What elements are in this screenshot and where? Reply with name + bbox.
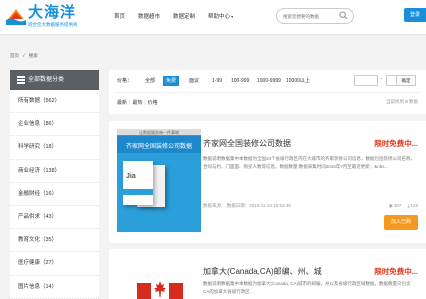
sidebar-item-health[interactable]: 医疗健康（27） — [10, 252, 99, 276]
logo-subtitle: 适合您大数据服务提供商 — [28, 22, 78, 27]
sidebar-item-business[interactable]: 商业经济（138） — [10, 160, 99, 183]
sidebar-item-education[interactable]: 教育文化（35） — [10, 229, 99, 253]
result-thumbnail[interactable]: 让数据服务每一件事物 齐家网全国装修公司数据 Jia — [117, 129, 201, 232]
price-option-1-99[interactable]: 1-99 — [209, 76, 225, 86]
login-button[interactable]: 登录 — [404, 8, 426, 22]
breadcrumb-current: 搜索 — [28, 53, 38, 58]
promo-badge: 限时免费中... — [374, 139, 418, 148]
result-count-number: 8 — [405, 99, 408, 104]
nav-help-label: 帮助中心 — [208, 14, 231, 20]
result-description: 数据说明数据集中本数据为全国34个省级行政区内在大城市的齐家装修公司信息，数据包… — [203, 156, 416, 169]
sort-hottest[interactable]: 最热 — [132, 100, 142, 106]
price-option-1000-9999[interactable]: 1000-9999 — [254, 76, 284, 86]
sidebar-item-products[interactable]: 产品供求（43） — [10, 206, 99, 230]
search-icon[interactable] — [339, 11, 348, 20]
price-option-free[interactable]: 免费 — [163, 76, 180, 86]
nav-data-market[interactable]: 数据超市 — [138, 12, 160, 20]
site-header: 大海洋 适合您大数据服务提供商 首页 数据超市 数据定制 帮助中心▾ 登录 — [0, 0, 426, 35]
result-thumbnail[interactable] — [117, 257, 201, 299]
price-option-negotiable[interactable]: 面议 — [186, 76, 202, 86]
price-option-10000-plus[interactable]: 10000以上 — [283, 76, 313, 86]
price-filter-label: 价格： — [117, 78, 133, 84]
maple-leaf-icon — [154, 281, 166, 297]
search-input[interactable] — [283, 12, 339, 20]
result-card: 让数据服务每一件事物 齐家网全国装修公司数据 Jia 齐家网全国装修公司数据 限… — [109, 121, 426, 243]
logo-title: 大海洋 — [28, 4, 77, 21]
sidebar-item-science[interactable]: 科学研究（18） — [10, 136, 99, 160]
result-meta: 数据来源： 数据日期：2015-11-10 16:53:48 — [203, 203, 291, 208]
add-to-purchased-button[interactable]: 加入已购 — [384, 215, 418, 230]
filter-divider — [115, 92, 420, 93]
sidebar-item-images[interactable]: 图片信息（14） — [10, 276, 99, 299]
result-title[interactable]: 齐家网全国装修公司数据 — [203, 138, 291, 149]
nav-data-custom[interactable]: 数据定制 — [173, 12, 195, 20]
thumbnail-logo: Jia — [126, 173, 136, 180]
breadcrumb-separator: / — [23, 53, 25, 58]
price-option-all[interactable]: 全部 — [142, 76, 158, 86]
confirm-price-button[interactable]: 确定 — [396, 75, 416, 86]
view-count: 487 — [393, 203, 402, 208]
sort-options: 最新 | 最热 | 价格 — [117, 100, 158, 106]
sidebar-item-enterprise[interactable]: 企业信息（86） — [10, 113, 99, 137]
breadcrumb: 首页 / 搜索 — [10, 53, 41, 59]
result-count-prefix: 当前找到 — [385, 99, 404, 104]
nav-home[interactable]: 首页 — [114, 12, 125, 20]
price-min-input[interactable] — [354, 75, 378, 86]
breadcrumb-home[interactable]: 首页 — [10, 53, 19, 58]
result-count: 当前找到 8 数据 — [386, 99, 418, 105]
sidebar-heading: 全部数据分类 — [10, 70, 99, 90]
sidebar-item-finance[interactable]: 金融财经（16） — [10, 183, 99, 206]
result-card: 加拿大(Canada,CA)邮编、州、城 限时免费中... 数据说明数据集中本数… — [109, 249, 426, 299]
result-description: 数据说明数据集中本数据为加拿大(Canada, CA)城市的邮编，州以及省级行政… — [203, 281, 411, 294]
main-nav: 首页 数据超市 数据定制 帮助中心▾ — [114, 12, 259, 20]
category-sidebar: 全部数据分类 所有数据（562） 企业信息（86） 科学研究（18） 商业经济（… — [10, 70, 99, 299]
download-count: 128 — [410, 203, 418, 208]
result-count-unit: 数据 — [409, 99, 418, 104]
range-separator: - — [381, 76, 383, 82]
nav-help-center[interactable]: 帮助中心▾ — [208, 12, 246, 20]
price-option-100-999[interactable]: 100-999 — [228, 76, 252, 86]
sort-price[interactable]: 价格 — [148, 100, 158, 106]
result-title[interactable]: 加拿大(Canada,CA)邮编、州、城 — [203, 266, 322, 277]
filter-panel: 价格： 全部 免费 面议 1-99 100-999 1000-9999 1000… — [109, 70, 426, 114]
menu-icon — [17, 76, 25, 84]
sort-newest[interactable]: 最新 — [117, 100, 127, 106]
thumbnail-banner: 齐家网全国装修公司数据 — [125, 144, 192, 150]
logo-mark-icon — [6, 9, 26, 25]
eye-icon: ◉ — [388, 203, 393, 208]
search-box — [276, 8, 354, 24]
result-stats: ◉487 ⤓128 — [389, 203, 418, 209]
site-logo[interactable]: 大海洋 适合您大数据服务提供商 — [6, 5, 106, 29]
chevron-down-icon: ▾ — [231, 14, 234, 19]
sidebar-item-all[interactable]: 所有数据（562） — [10, 90, 99, 114]
promo-badge: 限时免费中... — [374, 267, 418, 276]
sidebar-heading-label: 全部数据分类 — [28, 77, 65, 83]
